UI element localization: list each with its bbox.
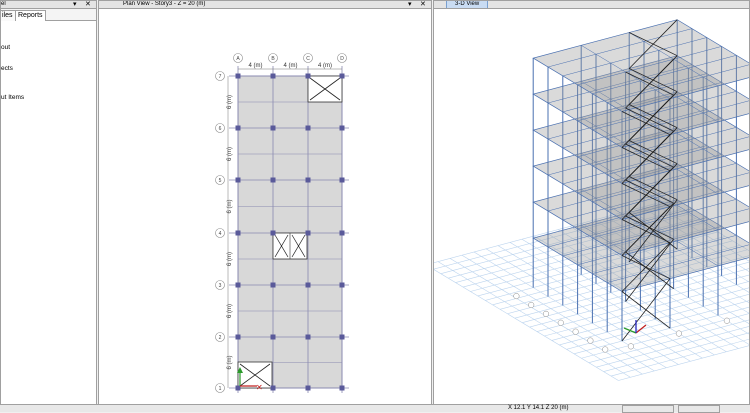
grid-bubble-y-label: 2	[219, 335, 222, 341]
column-node	[270, 230, 276, 236]
model-explorer-panel: el ▾ ✕ iles Reports out ects ut Items	[0, 0, 97, 405]
dimension-labels-x: 4 (m) 4 (m) 4 (m)	[238, 63, 342, 70]
column-node	[305, 334, 311, 340]
column-node	[235, 282, 241, 288]
explorer-title: el	[1, 1, 6, 7]
3d-view-panel[interactable]: 3-D View	[433, 0, 750, 405]
column-node	[339, 230, 345, 236]
close-icon[interactable]: ✕	[85, 1, 91, 8]
tab-tables[interactable]: iles	[1, 10, 16, 21]
column-node	[270, 73, 276, 79]
column-node	[235, 125, 241, 131]
grid-bubbles-x: ABCD	[233, 53, 347, 63]
pin-icon[interactable]: ▾	[73, 1, 77, 8]
column-node	[339, 282, 345, 288]
3d-view-canvas[interactable]	[434, 1, 750, 405]
dimension-x-label: 4 (m)	[318, 63, 332, 69]
3d-floor-slabs	[532, 19, 749, 292]
column-node	[235, 385, 241, 391]
column-node	[339, 385, 345, 391]
column-node	[270, 125, 276, 131]
explorer-tabs: iles Reports	[1, 9, 96, 21]
bracing-bay-middle[interactable]	[272, 232, 308, 260]
tree-item-layout[interactable]: out	[1, 44, 10, 51]
grid-bubble-3d	[627, 343, 634, 350]
column-node	[235, 230, 241, 236]
column-node	[270, 385, 276, 391]
dimension-labels-y: 6 (m)6 (m)6 (m)6 (m)6 (m)6 (m)	[227, 76, 233, 388]
tree-item-output-items[interactable]: ut Items	[1, 94, 24, 101]
dimension-x-label: 4 (m)	[284, 63, 298, 69]
column-node	[339, 73, 345, 79]
plan-view-panel[interactable]: Plan View - Story3 - Z = 20 (m) ▾ ✕ A B …	[98, 0, 432, 405]
grid-bubble-3d	[572, 328, 579, 335]
dimension-x-label: 4 (m)	[249, 63, 263, 69]
column-node	[305, 385, 311, 391]
column-node	[339, 125, 345, 131]
grid-bubble-x-label: C	[306, 56, 310, 62]
grid-bubble-y-label: 3	[219, 283, 222, 289]
column-node	[270, 334, 276, 340]
grid-bubble-y-label: 5	[219, 178, 222, 184]
grid-bubble-x-label: D	[340, 56, 344, 62]
column-node	[339, 177, 345, 183]
explorer-titlebar: el ▾ ✕	[1, 1, 96, 9]
grid-bubble-3d	[513, 293, 520, 300]
column-node	[339, 334, 345, 340]
column-node	[305, 177, 311, 183]
column-node	[305, 282, 311, 288]
bracing-bay-bottom[interactable]	[237, 361, 273, 389]
grid-bubble-y-label: 1	[219, 386, 222, 392]
grid-bubble-y-label: 7	[219, 74, 222, 80]
grid-bubble-y-label: 4	[219, 231, 222, 237]
grid-bubble-3d	[587, 337, 594, 344]
column-node	[305, 73, 311, 79]
tree-item-objects[interactable]: ects	[1, 65, 13, 72]
grid-bubble-3d	[542, 310, 550, 317]
slab-area	[237, 75, 343, 389]
column-node	[235, 334, 241, 340]
column-node	[235, 73, 241, 79]
svg-text:✕: ✕	[256, 383, 263, 392]
column-node	[305, 230, 311, 236]
grid-bubble-3d	[675, 330, 682, 337]
grid-bubble-y-label: 6	[219, 126, 222, 132]
grid-bubble-3d	[528, 301, 535, 309]
grid-bubble-3d	[723, 317, 730, 324]
grid-bubble-3d	[602, 346, 609, 353]
column-node	[235, 177, 241, 183]
status-bar: X 12.1 Y 14.1 Z 20 (m)	[0, 404, 750, 413]
tab-reports[interactable]: Reports	[15, 10, 46, 21]
grid-bubble-3d	[557, 319, 564, 326]
column-node	[305, 125, 311, 131]
plan-view-canvas[interactable]: ABCD 7654321 4 (m) 4 (m) 4 (m) 6 (m)6 (m)6…	[99, 1, 432, 405]
column-node	[270, 177, 276, 183]
bracing-bay-top[interactable]	[307, 75, 343, 103]
grid-bubbles-y: 7 6 5 4 3 2 1	[215, 71, 225, 393]
status-coordinates: X 12.1 Y 14.1 Z 20 (m)	[508, 405, 569, 411]
column-node	[270, 282, 276, 288]
